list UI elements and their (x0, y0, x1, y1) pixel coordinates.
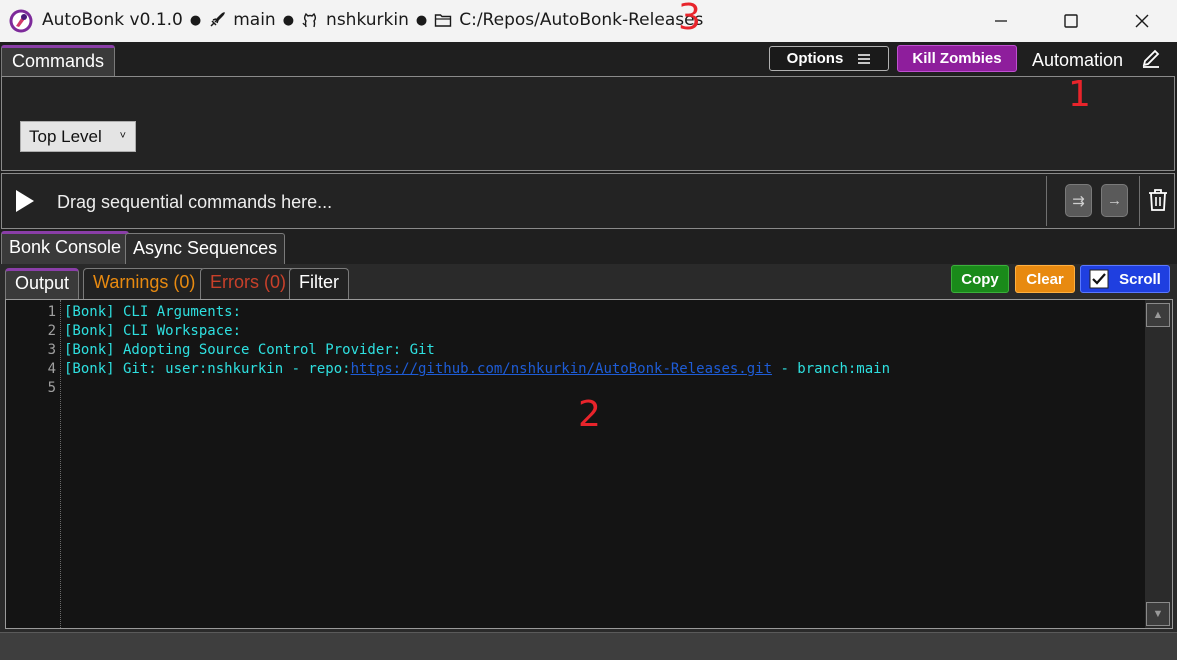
annotation-3: 3 (678, 0, 701, 38)
title-separator: ● (415, 12, 428, 28)
sequence-divider (1046, 176, 1047, 226)
app-logo-icon (9, 9, 33, 33)
console-output[interactable]: 1 2 3 4 5 [Bonk] CLI Arguments: [Bonk] C… (5, 299, 1173, 629)
tab-warnings[interactable]: Warnings (0) (83, 268, 206, 299)
minimize-button[interactable] (966, 0, 1036, 42)
console-line: [Bonk] Adopting Source Control Provider:… (64, 342, 435, 358)
status-bar (0, 632, 1177, 660)
vertical-scrollbar[interactable]: ▲ ▼ (1145, 300, 1172, 628)
repo-path: C:/Repos/AutoBonk-Releases (459, 10, 704, 30)
options-button[interactable]: Options (769, 46, 889, 71)
close-button[interactable] (1107, 0, 1177, 42)
tab-errors[interactable]: Errors (0) (200, 268, 296, 299)
options-label: Options (786, 50, 844, 67)
copy-button[interactable]: Copy (951, 265, 1009, 293)
maximize-button[interactable] (1036, 0, 1106, 42)
annotation-1: 1 (1068, 74, 1091, 115)
minimize-icon (995, 20, 1007, 22)
tab-async-sequences[interactable]: Async Sequences (125, 233, 286, 264)
rocket-icon (210, 12, 225, 27)
sequence-divider (1139, 176, 1140, 226)
automation-label: Automation (1032, 50, 1124, 70)
trash-icon[interactable] (1147, 188, 1169, 212)
line-number: 2 (47, 323, 56, 339)
tab-filter[interactable]: Filter (289, 268, 349, 299)
parallel-button[interactable]: ⇉ (1065, 184, 1092, 217)
line-number: 1 (47, 304, 56, 320)
sequence-bar[interactable]: Drag sequential commands here... ⇉ → (1, 173, 1175, 229)
title-separator: ● (189, 12, 202, 28)
console-tabs: Bonk Console Async Sequences (0, 231, 1177, 264)
clear-button[interactable]: Clear (1015, 265, 1075, 293)
sequence-placeholder: Drag sequential commands here... (57, 192, 333, 212)
checkbox-checked-icon[interactable] (1089, 269, 1109, 289)
console-line-prefix: [Bonk] Git: user:nshkurkin - repo: (64, 361, 351, 377)
folder-icon (435, 14, 452, 27)
level-select[interactable]: Top Level ˅ (20, 121, 136, 152)
maximize-icon (1064, 14, 1078, 28)
tab-bonk-console[interactable]: Bonk Console (1, 231, 130, 264)
commands-header: Commands Options Kill Zombies Automation (0, 42, 1177, 77)
scroll-label: Scroll (1119, 270, 1161, 288)
console-line: [Bonk] CLI Arguments: (64, 304, 242, 320)
title-separator: ● (282, 12, 295, 28)
scroll-down-icon[interactable]: ▼ (1146, 602, 1170, 626)
repo-link[interactable]: https://github.com/nshkurkin/AutoBonk-Re… (351, 361, 772, 377)
tab-output[interactable]: Output (5, 268, 80, 299)
commands-panel: 1 Top Level ˅ (1, 74, 1175, 171)
user-name: nshkurkin (326, 10, 409, 30)
line-number-gutter: 1 2 3 4 5 (6, 300, 61, 628)
app-name: AutoBonk v0.1.0 (42, 10, 183, 30)
console-line: [Bonk] Git: user:nshkurkin - repo:https:… (64, 361, 890, 377)
pencil-icon[interactable] (1140, 47, 1162, 69)
play-icon[interactable] (16, 190, 34, 212)
line-number: 4 (47, 361, 56, 377)
kill-zombies-button[interactable]: Kill Zombies (897, 45, 1017, 72)
output-area: Output Warnings (0) Errors (0) Filter Co… (0, 264, 1177, 660)
scroll-toggle[interactable]: Scroll (1080, 265, 1170, 293)
console-line-suffix: - branch:main (772, 361, 891, 377)
scroll-up-icon[interactable]: ▲ (1146, 303, 1170, 327)
branch-name: main (233, 10, 276, 30)
window-title: AutoBonk v0.1.0 ● main ● nshkurkin ● C:/… (42, 10, 703, 30)
close-icon (1135, 14, 1149, 28)
chevron-down-icon: ˅ (119, 130, 126, 142)
level-select-value: Top Level (29, 127, 102, 146)
console-line: [Bonk] CLI Workspace: (64, 323, 242, 339)
annotation-2: 2 (578, 394, 601, 435)
next-button[interactable]: → (1101, 184, 1128, 217)
line-number: 3 (47, 342, 56, 358)
tab-commands[interactable]: Commands (1, 45, 116, 77)
title-bar: AutoBonk v0.1.0 ● main ● nshkurkin ● C:/… (0, 0, 1177, 42)
menu-lines-icon (858, 53, 871, 64)
line-number: 5 (47, 380, 56, 396)
github-octocat-icon (302, 12, 317, 28)
